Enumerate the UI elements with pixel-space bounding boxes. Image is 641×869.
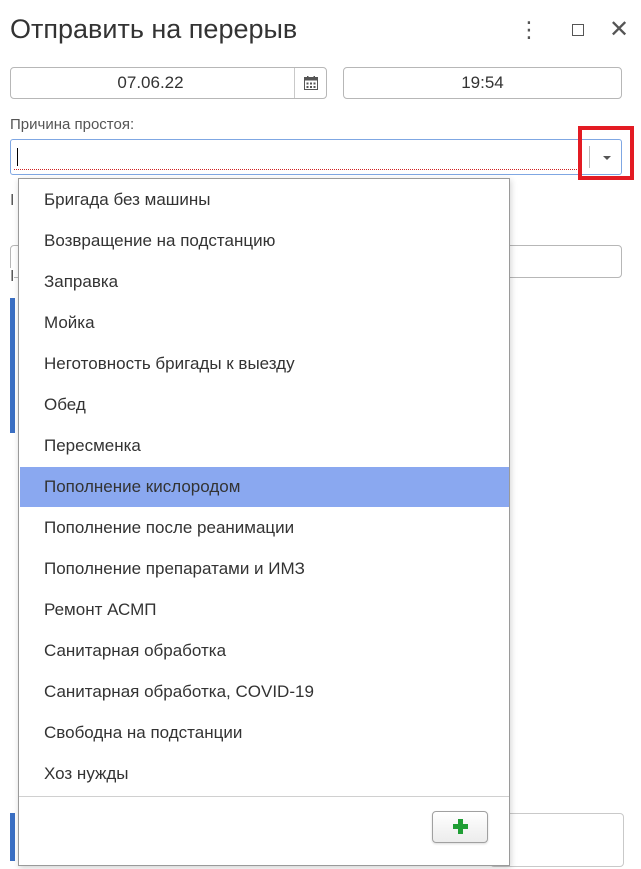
time-field[interactable]: 19:54 <box>343 67 622 99</box>
hidden-panel-accent-bottom <box>10 813 15 861</box>
date-value: 07.06.22 <box>117 73 184 92</box>
time-value: 19:54 <box>461 73 504 92</box>
reason-label: Причина простоя: <box>10 116 135 133</box>
list-item[interactable]: Пополнение после реанимации <box>20 508 509 548</box>
list-item[interactable]: Бригада без машины <box>20 180 509 220</box>
list-item[interactable]: Возвращение на подстанцию <box>20 221 509 261</box>
more-menu-icon[interactable]: ⋮ <box>516 16 542 44</box>
dropdown-footer-divider <box>19 796 509 797</box>
reason-combobox[interactable] <box>10 139 622 175</box>
list-item[interactable]: Пересменка <box>20 426 509 466</box>
plus-icon <box>453 819 468 834</box>
list-item-selected[interactable]: Пополнение кислородом <box>20 467 509 507</box>
calendar-button[interactable] <box>294 68 326 98</box>
list-item[interactable]: Обед <box>20 385 509 425</box>
date-field[interactable]: 07.06.22 <box>10 67 327 99</box>
list-item[interactable]: Свободна на подстанции <box>20 713 509 753</box>
list-item[interactable]: Санитарная обработка, COVID-19 <box>20 672 509 712</box>
hidden-label-fragment-2: I <box>10 268 15 286</box>
list-item[interactable]: Заправка <box>20 262 509 302</box>
close-icon[interactable]: ✕ <box>606 16 632 44</box>
list-item[interactable]: Ремонт АСМП <box>20 590 509 630</box>
hidden-panel-accent <box>10 298 15 433</box>
list-item[interactable]: Санитарная обработка <box>20 631 509 671</box>
list-item[interactable]: Хоз нужды <box>20 754 509 794</box>
list-item[interactable]: Неготовность бригады к выезду <box>20 344 509 384</box>
list-item[interactable]: Пополнение препаратами и ИМЗ <box>20 549 509 589</box>
annotation-highlight <box>578 126 634 180</box>
hidden-label-fragment: I <box>10 192 15 210</box>
list-item[interactable]: Мойка <box>20 303 509 343</box>
dialog-window: Отправить на перерыв ⋮ ✕ 07.06.22 19:54 … <box>0 0 641 869</box>
hidden-bottom-field[interactable] <box>490 813 624 867</box>
calendar-icon <box>304 76 318 90</box>
reason-dropdown-list: Бригада без машины Возвращение на подста… <box>18 178 510 866</box>
window-title: Отправить на перерыв <box>10 14 298 44</box>
required-underline <box>14 169 581 170</box>
maximize-icon[interactable] <box>566 16 592 44</box>
add-item-button[interactable] <box>432 811 488 843</box>
text-caret <box>17 148 18 166</box>
